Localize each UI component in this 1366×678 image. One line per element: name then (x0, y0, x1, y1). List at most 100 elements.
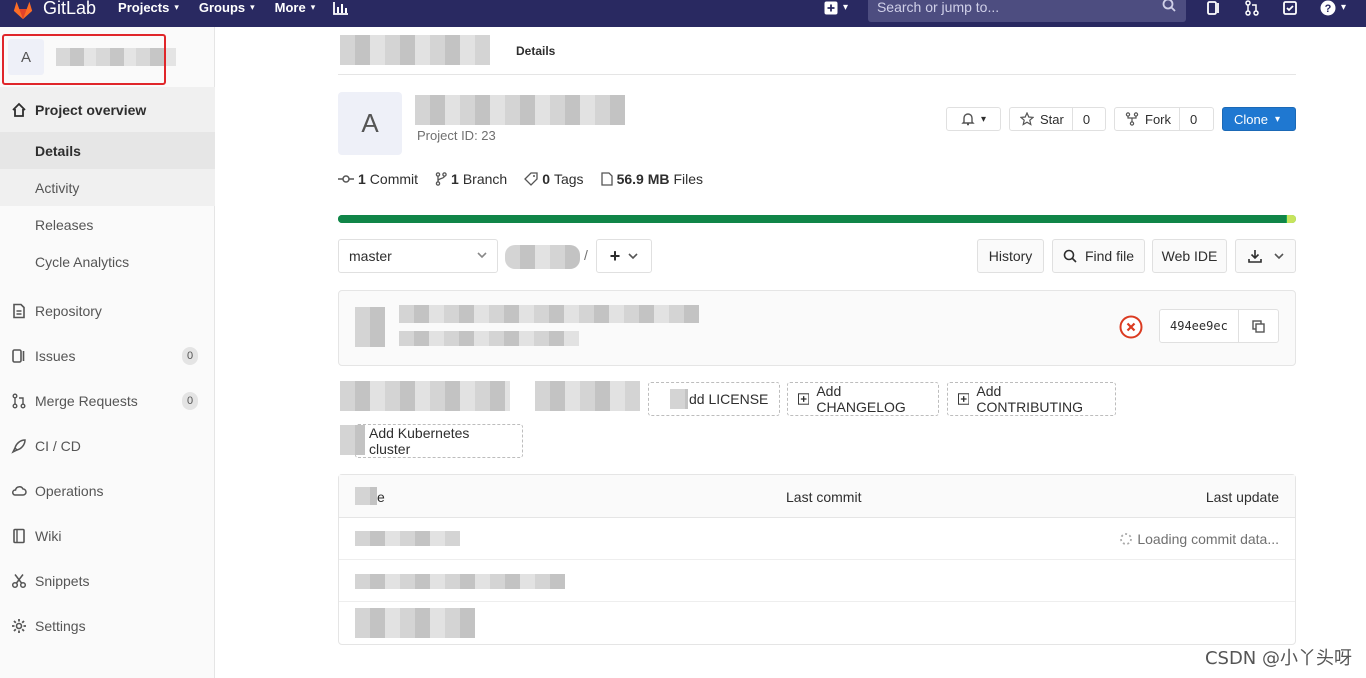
sidebar-item-settings[interactable]: Settings (0, 603, 215, 648)
fork-button[interactable]: Fork 0 (1114, 107, 1214, 131)
nav-more-label: More (274, 0, 306, 15)
add-license-icon-redacted (670, 389, 688, 409)
nav-projects[interactable]: Projects ▾ (118, 0, 179, 15)
loading-text: Loading commit data... (1137, 531, 1279, 547)
sidebar-subitem-releases[interactable]: Releases (0, 206, 215, 243)
file-name-redacted[interactable] (355, 531, 460, 546)
sidebar-item-label: Merge Requests (35, 392, 138, 409)
branch-icon (435, 172, 447, 186)
activity-chart-icon[interactable] (333, 1, 349, 15)
issues-nav-icon[interactable] (1206, 0, 1222, 16)
top-navbar: GitLab Projects ▾ Groups ▾ More ▾ ▾ Search … (0, 0, 1366, 27)
chevron-down-icon: ▾ (1340, 2, 1346, 13)
merge-request-icon (12, 393, 26, 408)
fork-count[interactable]: 0 (1179, 108, 1207, 130)
files-stat[interactable]: 56.9 MB Files (600, 171, 704, 187)
sidebar-item-repository[interactable]: Repository (0, 288, 215, 333)
add-file-dropdown[interactable]: + (596, 239, 652, 273)
copy-sha-button[interactable] (1239, 319, 1278, 333)
nav-more[interactable]: More ▾ (275, 0, 316, 15)
help-dropdown[interactable]: ? ▾ (1320, 0, 1346, 16)
search-icon (1162, 0, 1176, 12)
commits-count: 1 (358, 171, 366, 187)
files-size: 56.9 MB (616, 171, 670, 187)
file-icon (600, 172, 613, 186)
chevron-down-icon: ▾ (980, 113, 987, 125)
sidebar-item-wiki[interactable]: Wiki (0, 513, 215, 558)
sidebar-subitem-activity[interactable]: Activity (0, 169, 215, 206)
sidebar-item-snippets[interactable]: Snippets (0, 558, 215, 603)
table-row[interactable]: Loading commit data... (339, 518, 1295, 560)
search-icon (1063, 249, 1077, 263)
scissors-icon (11, 573, 27, 588)
commit-sha[interactable]: 494ee9ec (1160, 310, 1239, 342)
tags-stat[interactable]: 0 Tags (524, 171, 584, 187)
add-changelog-button[interactable]: Add CHANGELOG (787, 382, 939, 416)
project-id: Project ID: 23 (417, 128, 496, 143)
nav-groups[interactable]: Groups ▾ (199, 0, 255, 15)
sidebar-subitem-details[interactable]: Details (0, 132, 215, 169)
commit-sha-group: 494ee9ec (1159, 309, 1279, 343)
file-tree-table: e Last commit Last update Loading commit… (338, 474, 1296, 645)
search-input[interactable]: Search or jump to... (867, 0, 1186, 22)
web-ide-button[interactable]: Web IDE (1152, 239, 1227, 273)
star-count[interactable]: 0 (1071, 108, 1100, 130)
add-readme-redacted[interactable] (340, 381, 510, 411)
pipeline-failed-icon[interactable] (1119, 315, 1143, 339)
star-icon (1020, 112, 1034, 126)
chevron-down-icon: ▾ (842, 2, 848, 13)
table-row[interactable] (339, 560, 1295, 602)
commits-stat[interactable]: 1 Commit (338, 171, 418, 187)
add-license-button[interactable]: dd LICENSE (648, 382, 780, 416)
files-label: Files (673, 171, 704, 187)
history-button[interactable]: History (977, 239, 1044, 273)
table-row[interactable] (339, 602, 1295, 644)
chevron-down-icon: ▾ (1274, 113, 1280, 125)
main-content: Details A Project ID: 23 ▾ Star 0 Fork 0… (215, 27, 1366, 678)
sidebar-subitem-cycle-analytics[interactable]: Cycle Analytics (0, 243, 215, 280)
star-button[interactable]: Star 0 (1009, 107, 1106, 131)
merge-requests-nav-icon[interactable] (1244, 0, 1260, 16)
commit-message-redacted[interactable] (399, 305, 699, 323)
loading-commit-data: Loading commit data... (1119, 531, 1279, 547)
tag-icon (524, 172, 538, 186)
issues-icon (12, 348, 25, 363)
branches-stat[interactable]: 1 Branch (435, 171, 507, 187)
new-item-dropdown[interactable]: ▾ (824, 1, 848, 15)
chevron-down-icon (1273, 253, 1284, 260)
sidebar-item-issues[interactable]: Issues 0 (0, 333, 215, 378)
rocket-icon (11, 438, 26, 454)
add-kubernetes-label: Add Kubernetes cluster (369, 425, 470, 457)
commits-label: Commit (369, 171, 419, 187)
book-icon (13, 528, 25, 543)
clone-label: Clone (1234, 111, 1268, 127)
sidebar-item-merge-requests[interactable]: Merge Requests 0 (0, 378, 215, 423)
tags-count: 0 (542, 171, 550, 187)
sidebar-item-label: Settings (35, 617, 86, 634)
sidebar-item-project-overview[interactable]: Project overview (0, 87, 215, 132)
file-name-redacted[interactable] (355, 608, 475, 638)
commit-author-avatar (355, 307, 385, 347)
branch-selector[interactable]: master (338, 239, 498, 273)
language-bar-primary (338, 215, 1287, 223)
clone-dropdown[interactable]: Clone ▾ (1222, 107, 1296, 131)
help-icon: ? (1320, 0, 1336, 15)
download-icon (1247, 250, 1262, 263)
todos-nav-icon[interactable] (1282, 0, 1298, 16)
gitlab-logo[interactable]: GitLab (12, 0, 96, 21)
sidebar-item-ci-cd[interactable]: CI / CD (0, 423, 215, 468)
add-kubernetes-cluster-button[interactable]: Add Kubernetes cluster (355, 424, 523, 458)
sidebar-item-operations[interactable]: Operations (0, 468, 215, 513)
language-bar-secondary (1287, 215, 1296, 223)
tags-label: Tags (553, 171, 584, 187)
suggestion-redacted[interactable] (535, 381, 640, 411)
breadcrumb-current[interactable]: Details (516, 44, 555, 58)
add-contributing-button[interactable]: Add CONTRIBUTING (947, 382, 1116, 416)
repo-path-redacted (505, 245, 580, 269)
name-column-header: e (377, 489, 385, 505)
download-dropdown[interactable] (1235, 239, 1296, 273)
chevron-down-icon (477, 252, 487, 259)
find-file-button[interactable]: Find file (1052, 239, 1145, 273)
file-name-redacted[interactable] (355, 574, 565, 589)
notification-dropdown[interactable]: ▾ (946, 107, 1001, 131)
